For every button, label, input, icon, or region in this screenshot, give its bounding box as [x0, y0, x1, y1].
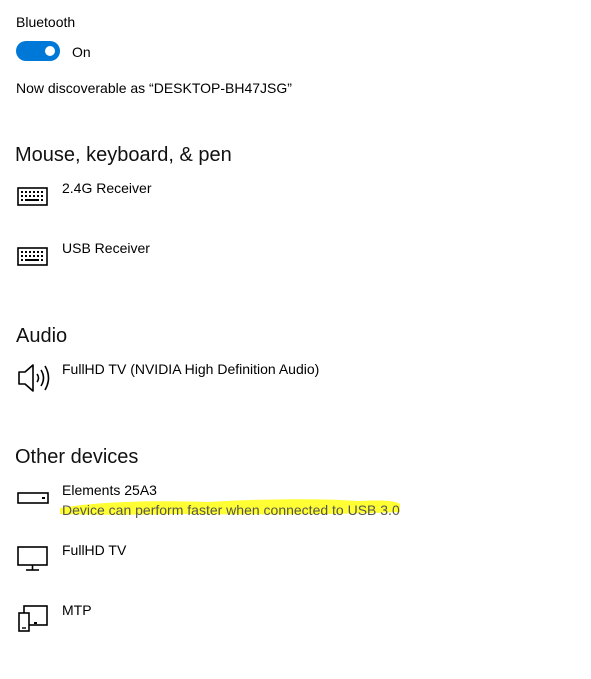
- section-title-mouse-keyboard-pen: Mouse, keyboard, & pen: [15, 144, 232, 166]
- keyboard-icon: [16, 179, 50, 213]
- device-name: FullHD TV: [62, 542, 127, 558]
- phone-device-icon: [16, 601, 50, 635]
- section-title-other-devices: Other devices: [15, 446, 139, 468]
- keyboard-icon: [16, 239, 50, 273]
- toggle-knob: [45, 46, 55, 56]
- device-mtp[interactable]: MTP: [0, 601, 591, 651]
- device-name: USB Receiver: [62, 240, 150, 256]
- device-usb-receiver[interactable]: USB Receiver: [0, 239, 591, 289]
- speaker-icon: [16, 360, 50, 394]
- device-name: 2.4G Receiver: [62, 180, 152, 196]
- device-elements-25a3[interactable]: Elements 25A3 Device can perform faster …: [0, 481, 591, 531]
- section-title-audio: Audio: [16, 325, 68, 347]
- monitor-icon: [16, 541, 50, 575]
- device-status: Device can perform faster when connected…: [62, 502, 400, 518]
- bluetooth-state-label: On: [72, 44, 91, 60]
- bluetooth-toggle[interactable]: [16, 41, 60, 61]
- device-2-4g-receiver[interactable]: 2.4G Receiver: [0, 179, 591, 229]
- device-name: MTP: [62, 602, 92, 618]
- device-fullhd-tv[interactable]: FullHD TV: [0, 541, 591, 591]
- device-name: FullHD TV (NVIDIA High Definition Audio): [62, 361, 320, 377]
- discoverable-text: Now discoverable as “DESKTOP-BH47JSG”: [16, 80, 292, 96]
- device-fullhd-tv-audio[interactable]: FullHD TV (NVIDIA High Definition Audio): [0, 360, 591, 410]
- drive-icon: [16, 481, 50, 515]
- device-name: Elements 25A3: [62, 482, 157, 498]
- bluetooth-label: Bluetooth: [16, 14, 76, 30]
